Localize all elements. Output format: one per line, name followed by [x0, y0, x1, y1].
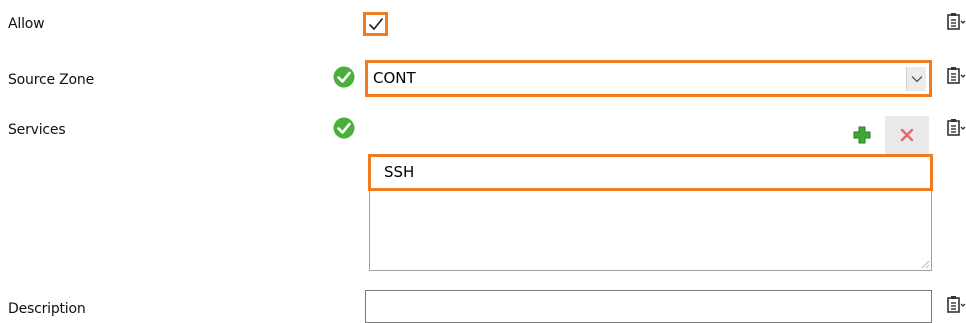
source-zone-select[interactable]: CONT — [365, 60, 932, 97]
description-input[interactable] — [365, 290, 932, 323]
source-zone-valid-icon — [333, 66, 355, 88]
service-item-label: SSH — [384, 163, 415, 181]
checkmark-icon — [368, 17, 383, 31]
remove-service-button[interactable] — [885, 116, 929, 154]
resize-grip-icon[interactable] — [920, 259, 930, 269]
source-zone-value: CONT — [373, 69, 416, 87]
add-service-button[interactable] — [851, 124, 873, 146]
services-valid-icon — [333, 117, 355, 139]
plus-icon — [853, 126, 871, 144]
description-menu-icon[interactable] — [946, 295, 966, 315]
x-icon — [900, 128, 914, 142]
allow-menu-icon[interactable] — [946, 12, 966, 32]
services-label: Services — [8, 122, 66, 138]
list-item[interactable]: SSH — [368, 154, 933, 191]
services-menu-icon[interactable] — [946, 118, 966, 138]
source-zone-label: Source Zone — [8, 72, 94, 88]
description-label: Description — [8, 301, 86, 317]
services-list[interactable]: SSH — [368, 154, 933, 271]
allow-label: Allow — [8, 16, 45, 32]
source-zone-menu-icon[interactable] — [946, 66, 966, 86]
allow-checkbox[interactable] — [363, 12, 388, 36]
chevron-down-icon[interactable] — [906, 67, 926, 91]
